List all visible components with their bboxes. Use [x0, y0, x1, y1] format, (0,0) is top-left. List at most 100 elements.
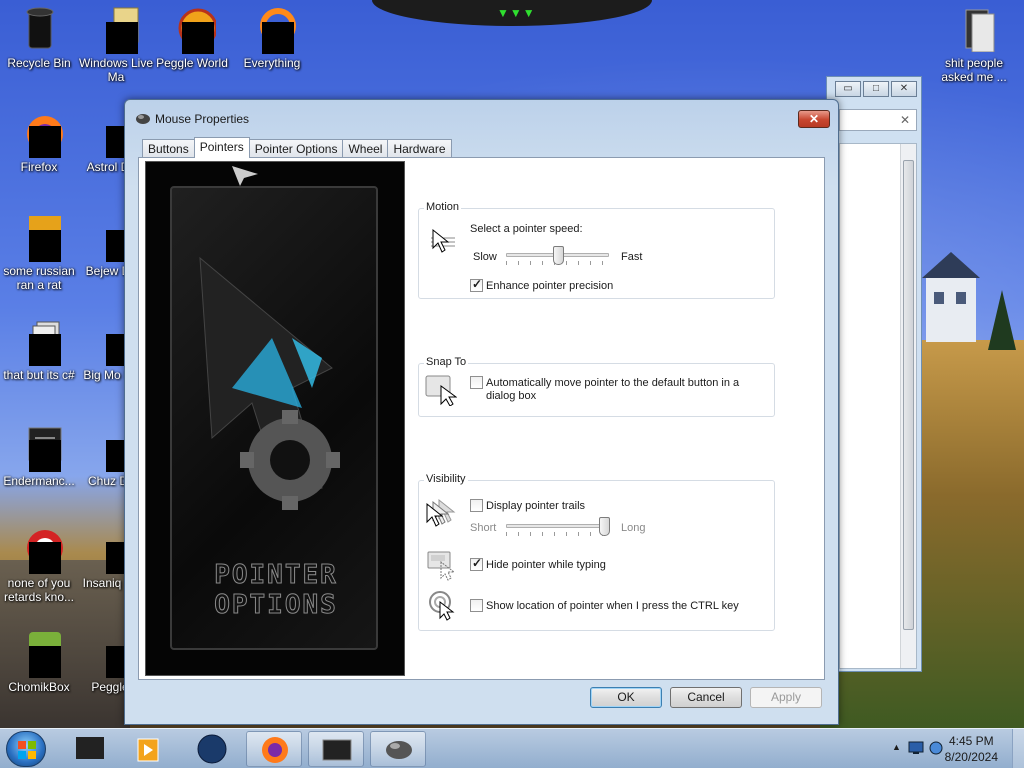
desktop-icon-firefox[interactable]: Firefox: [1, 110, 77, 174]
tab-strip: Buttons Pointers Pointer Options Wheel H…: [142, 137, 452, 158]
maximize-button[interactable]: □: [863, 81, 889, 97]
fast-label: Fast: [621, 251, 643, 263]
artwork-caption: POINTER OPTIONS: [214, 560, 338, 621]
enhance-precision-checkbox[interactable]: [470, 277, 483, 292]
tab-pointer-options[interactable]: Pointer Options: [248, 139, 344, 158]
desktop-icon-retards[interactable]: none of you retards kno...: [1, 526, 77, 604]
show-desktop-button[interactable]: [1012, 729, 1024, 768]
taskbar: ▲ 4:45 PM 8/20/2024: [0, 728, 1024, 768]
pointer-speed-slider[interactable]: [552, 246, 564, 265]
tab-panel: POINTER OPTIONS Motion Select a pointer …: [138, 157, 825, 680]
desktop-icon-everything[interactable]: Everything: [234, 6, 310, 70]
taskbar-media-player-button[interactable]: [122, 731, 178, 767]
cursor-art-icon: [232, 166, 258, 186]
taskbar-app-button[interactable]: [62, 731, 118, 767]
desktop-icon-folder[interactable]: shit people asked me ...: [936, 6, 1012, 84]
mouse-icon: [386, 741, 412, 759]
media-player-icon: [137, 738, 159, 762]
action-center-icon[interactable]: [908, 741, 924, 755]
windows-logo-icon: [18, 741, 36, 759]
folder-icon: [950, 6, 998, 53]
ok-button[interactable]: OK: [590, 687, 662, 708]
app-icon: e: [15, 214, 63, 262]
app-icon: [76, 737, 104, 759]
short-label: Short: [470, 522, 497, 534]
snap-to-icon: [425, 375, 457, 406]
mouse-properties-dialog: Mouse Properties ✕ Buttons Pointers Poin…: [124, 99, 839, 725]
hide-pointer-icon: [427, 551, 456, 581]
search-input[interactable]: ✕: [839, 109, 917, 131]
desktop-icon-enderman[interactable]: Endermanc...: [1, 424, 77, 488]
hide-pointer-label: Hide pointer while typing: [486, 559, 606, 571]
motion-legend: Motion: [424, 201, 462, 213]
cancel-button[interactable]: Cancel: [670, 687, 742, 708]
app-icon: [15, 526, 63, 574]
clear-search-icon[interactable]: ✕: [900, 113, 910, 127]
desktop-icon-russian[interactable]: e some russian ran a rat: [1, 214, 77, 292]
snap-to-label: Automatically move pointer to the defaul…: [486, 377, 740, 402]
app-icon: [15, 318, 63, 366]
clock-date: 8/20/2024: [944, 750, 998, 764]
mouse-icon: [135, 112, 151, 126]
snap-to-legend: Snap To: [424, 356, 469, 368]
long-label: Long: [621, 522, 646, 534]
taskbar-firefox-button[interactable]: [246, 731, 302, 767]
show-location-checkbox[interactable]: [470, 599, 483, 612]
desktop-icon-peggle-world[interactable]: Peggle World: [154, 6, 230, 70]
close-button[interactable]: ✕: [891, 81, 917, 97]
desktop-icon-chomikbox[interactable]: ChomikBox: [1, 630, 77, 694]
tab-buttons[interactable]: Buttons: [142, 139, 195, 158]
terminal-icon: [322, 739, 352, 761]
visibility-legend: Visibility: [424, 473, 468, 485]
trails-length-slider[interactable]: [599, 517, 610, 536]
wallpaper-tree: [988, 290, 1016, 350]
enhance-precision-label: Enhance pointer precision: [486, 280, 614, 292]
taskbar-globe-button[interactable]: [184, 731, 240, 767]
pointer-options-artwork: POINTER OPTIONS: [145, 161, 405, 676]
snap-to-checkbox[interactable]: [470, 376, 483, 389]
desktop-icon-csharp[interactable]: that but its c#: [1, 318, 77, 382]
hide-pointer-checkbox[interactable]: [470, 556, 483, 571]
slow-label: Slow: [473, 251, 497, 263]
background-window[interactable]: ▭ □ ✕ ✕: [826, 76, 922, 672]
taskbar-terminal-button[interactable]: [308, 731, 364, 767]
pointer-speed-icon: [431, 228, 455, 253]
artwork-frame: POINTER OPTIONS: [170, 186, 378, 650]
desktop-icon-recycle-bin[interactable]: Recycle Bin: [1, 6, 77, 70]
wallpaper-house: [922, 252, 980, 342]
clock[interactable]: 4:45 PM 8/20/2024: [945, 733, 998, 765]
windows-live-icon: [92, 6, 140, 54]
chomikbox-icon: [15, 630, 63, 678]
pointer-trails-icon: [426, 498, 456, 527]
desktop-icon-windows-live[interactable]: Windows Live Ma: [78, 6, 154, 84]
globe-icon: [197, 734, 227, 764]
pointer-trails-checkbox[interactable]: [470, 499, 483, 512]
window-content: [839, 143, 917, 669]
dialog-title: Mouse Properties: [155, 112, 250, 126]
tab-pointers[interactable]: Pointers: [193, 137, 250, 158]
locate-pointer-icon: [429, 591, 455, 621]
tab-wheel[interactable]: Wheel: [342, 139, 389, 158]
dialog-close-button[interactable]: ✕: [798, 110, 830, 128]
clock-time: 4:45 PM: [948, 734, 994, 748]
show-location-label: Show location of pointer when I press th…: [486, 600, 739, 612]
minimize-button[interactable]: ▭: [835, 81, 861, 97]
taskbar-mouse-button[interactable]: [370, 731, 426, 767]
vertical-scrollbar[interactable]: [900, 144, 916, 668]
show-hidden-icons-icon[interactable]: ▲: [892, 742, 901, 752]
tab-hardware[interactable]: Hardware: [387, 139, 452, 158]
peggle-icon: [168, 6, 218, 54]
scrollbar-thumb[interactable]: [903, 160, 914, 630]
recycle-bin-icon: [15, 6, 63, 52]
network-icon[interactable]: [928, 740, 944, 756]
start-button[interactable]: [6, 731, 46, 767]
gear-cursor-artwork: [199, 256, 340, 510]
everything-icon: [248, 6, 296, 54]
firefox-icon: [15, 110, 63, 158]
pointer-speed-label: Select a pointer speed:: [470, 223, 583, 235]
pointer-trails-label: Display pointer trails: [486, 500, 586, 512]
app-icon: [15, 424, 63, 472]
apply-button[interactable]: Apply: [750, 687, 822, 708]
system-tray: ▲ 4:45 PM 8/20/2024: [864, 729, 1024, 768]
trails-length-track[interactable]: [506, 524, 610, 528]
